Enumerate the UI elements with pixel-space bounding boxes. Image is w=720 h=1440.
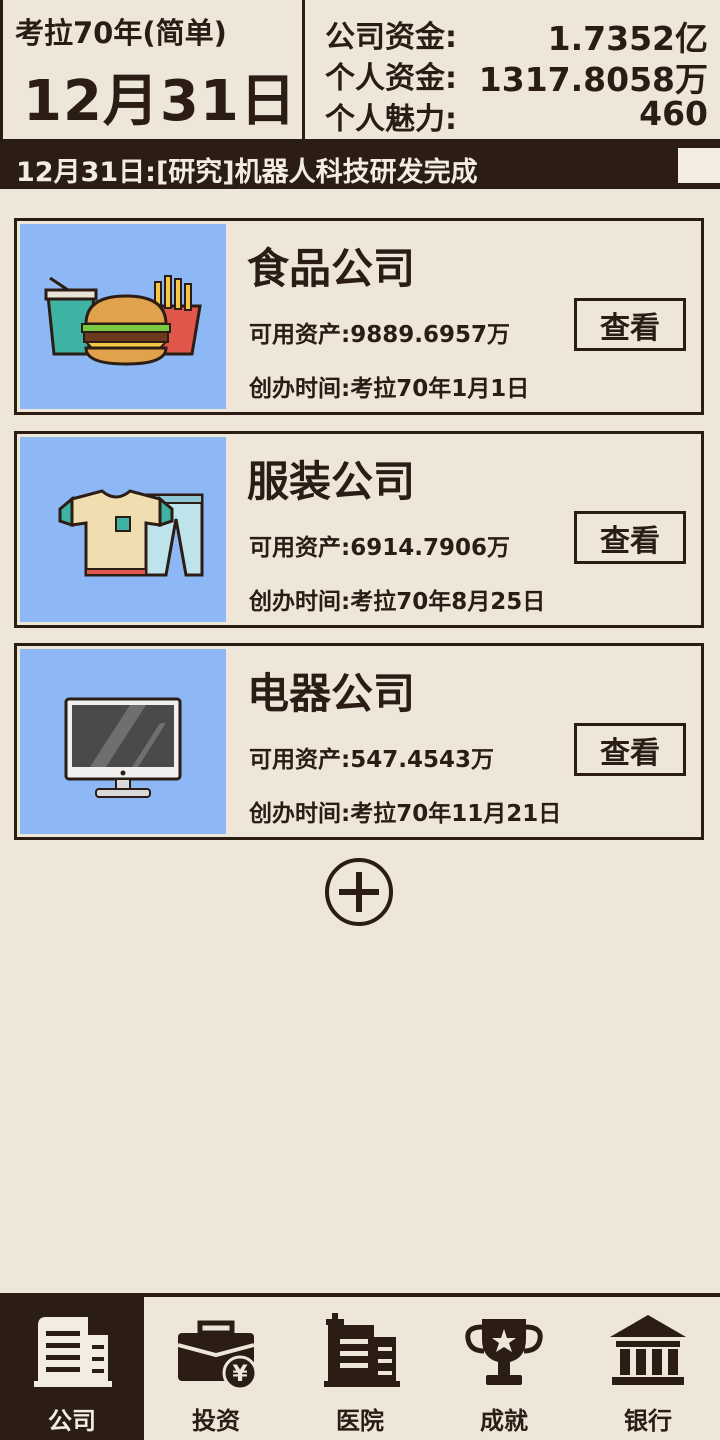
bank-icon <box>610 1315 686 1385</box>
company-funds-row: 公司资金: 1.7352亿 <box>325 12 708 58</box>
year-mode-label: 考拉70年(简单) <box>15 16 227 50</box>
personal-funds-label: 个人资金: <box>325 61 457 96</box>
company-card-electronics: 电器公司 可用资产:547.4543万 创办时间:考拉70年11月21日 查看 <box>14 643 704 840</box>
hospital-icon <box>324 1313 400 1387</box>
company-card-food: 食品公司 可用资产:9889.6957万 创办时间:考拉70年1月1日 查看 <box>14 218 704 415</box>
nav-label: 银行 <box>624 1407 672 1435</box>
trophy-icon <box>465 1319 543 1385</box>
personal-funds-row: 个人资金: 1317.8058万 <box>325 53 708 99</box>
bottom-nav: 公司 ¥ 投资 医院 成就 银行 <box>0 1293 720 1440</box>
nav-label: 成就 <box>480 1407 528 1435</box>
charisma-row: 个人魅力: 460 <box>325 94 708 137</box>
ticker-indicator <box>678 148 720 183</box>
nav-item-invest[interactable]: ¥ 投资 <box>144 1297 288 1440</box>
briefcase-yen-icon: ¥ <box>177 1320 258 1391</box>
company-assets: 可用资产:547.4543万 <box>249 747 494 773</box>
company-founded-date: 创办时间:考拉70年8月25日 <box>249 589 546 615</box>
view-company-button[interactable]: 查看 <box>574 723 686 776</box>
nav-item-company[interactable]: 公司 <box>0 1297 144 1440</box>
finance-panel: 公司资金: 1.7352亿 个人资金: 1317.8058万 个人魅力: 460 <box>305 0 720 142</box>
company-name: 电器公司 <box>247 669 416 718</box>
nav-label: 公司 <box>48 1407 96 1435</box>
nav-item-bank[interactable]: 银行 <box>576 1297 720 1440</box>
plus-circle-icon <box>325 858 393 926</box>
company-card-clothing: 服装公司 可用资产:6914.7906万 创办时间:考拉70年8月25日 查看 <box>14 431 704 628</box>
current-date: 12月31日 <box>23 69 297 134</box>
burger-fries-icon <box>20 224 226 409</box>
nav-item-achievements[interactable]: 成就 <box>432 1297 576 1440</box>
company-name: 食品公司 <box>247 244 416 293</box>
nav-label: 医院 <box>336 1407 384 1435</box>
nav-item-hospital[interactable]: 医院 <box>288 1297 432 1440</box>
shirt-pants-icon <box>20 437 226 622</box>
ticker-message: 12月31日:[研究]机器人科技研发完成 <box>16 157 478 188</box>
company-funds-label: 公司资金: <box>325 20 457 55</box>
company-assets: 可用资产:9889.6957万 <box>249 322 510 348</box>
charisma-value: 460 <box>639 94 708 133</box>
charisma-label: 个人魅力: <box>325 102 457 137</box>
news-ticker: 12月31日:[研究]机器人科技研发完成 <box>0 142 720 189</box>
date-panel: 考拉70年(简单) 12月31日 <box>0 0 305 142</box>
view-company-button[interactable]: 查看 <box>574 298 686 351</box>
company-founded-date: 创办时间:考拉70年11月21日 <box>249 801 562 827</box>
nav-label: 投资 <box>192 1407 240 1435</box>
view-company-button[interactable]: 查看 <box>574 511 686 564</box>
company-assets: 可用资产:6914.7906万 <box>249 535 510 561</box>
company-founded-date: 创办时间:考拉70年1月1日 <box>249 376 530 402</box>
company-name: 服装公司 <box>247 457 416 506</box>
company-building-icon <box>34 1317 112 1387</box>
add-company-button[interactable] <box>323 856 395 928</box>
computer-monitor-icon <box>20 649 226 834</box>
svg-text:¥: ¥ <box>232 1362 248 1387</box>
